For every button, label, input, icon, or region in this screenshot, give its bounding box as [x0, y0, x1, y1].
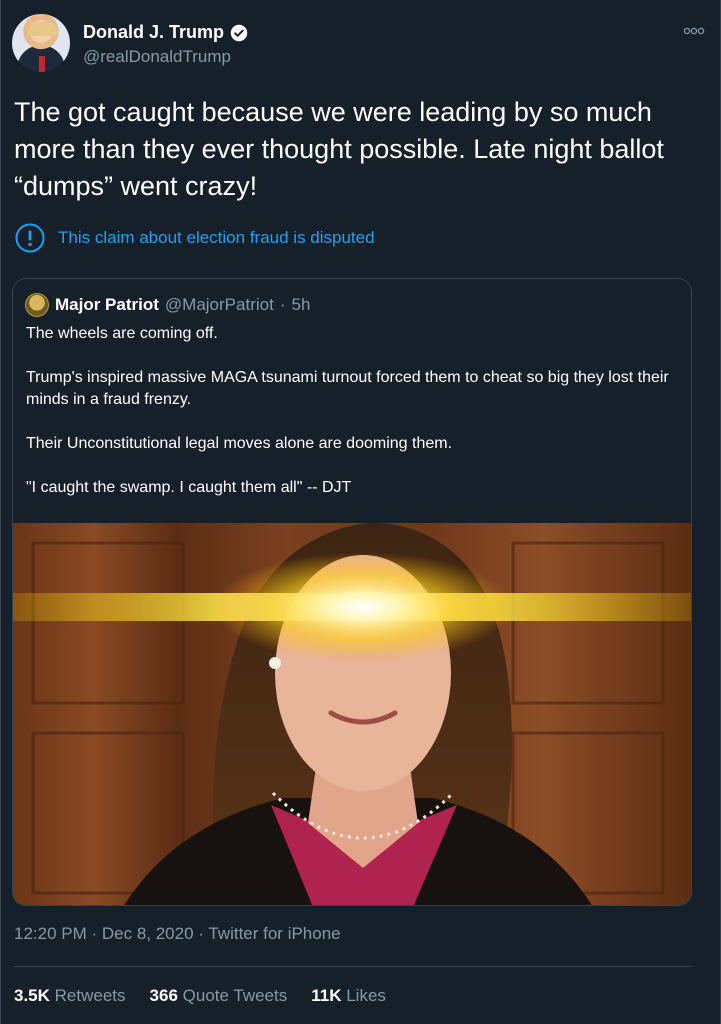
disputed-notice-text[interactable]: This claim about election fraud is dispu… [58, 228, 375, 248]
quoted-author-handle[interactable]: @MajorPatriot [165, 295, 274, 315]
tweet-meta[interactable]: 12:20 PM · Dec 8, 2020 · Twitter for iPh… [14, 924, 341, 944]
author-handle[interactable]: @realDonaldTrump [83, 47, 248, 67]
quote-tweets-label: Quote Tweets [182, 986, 288, 1005]
retweets-count: 3.5K [14, 986, 50, 1005]
image-illustration [13, 523, 691, 905]
author-name-block: Donald J. Trump @realDonaldTrump [83, 22, 248, 67]
author-display-name[interactable]: Donald J. Trump [83, 22, 224, 43]
info-exclamation-icon [15, 223, 45, 253]
quoted-author-avatar[interactable] [25, 293, 49, 317]
quoted-paragraph: Trump's inspired massive MAGA tsunami tu… [26, 369, 669, 408]
tweet-stats: 3.5K Retweets 366 Quote Tweets 11K Likes [14, 986, 386, 1006]
likes-stat[interactable]: 11K Likes [311, 986, 386, 1006]
avatar-hair [28, 22, 58, 36]
quoted-author-name[interactable]: Major Patriot [55, 295, 159, 315]
quote-tweets-stat[interactable]: 366 Quote Tweets [150, 986, 288, 1006]
quoted-paragraph: "I caught the swamp. I caught them all" … [26, 479, 352, 496]
frame-border-left [0, 0, 1, 1024]
avatar-tie [39, 56, 45, 72]
quoted-paragraph: The wheels are coming off. [26, 325, 218, 342]
more-options-icon[interactable] [683, 26, 705, 36]
verified-badge-icon [230, 24, 248, 41]
quoted-time[interactable]: 5h [291, 295, 310, 315]
meta-divider [14, 966, 693, 967]
retweets-label: Retweets [54, 986, 126, 1005]
author-name-row: Donald J. Trump [83, 22, 248, 43]
quoted-tweet-header: Major Patriot @MajorPatriot · 5h [25, 293, 310, 317]
quote-tweets-count: 366 [149, 986, 178, 1005]
likes-label: Likes [346, 986, 386, 1005]
quoted-paragraph: Their Unconstitutional legal moves alone… [26, 435, 453, 452]
disputed-notice[interactable]: This claim about election fraud is dispu… [14, 222, 375, 254]
likes-count: 11K [311, 986, 342, 1005]
quoted-tweet-image[interactable] [13, 523, 691, 905]
author-avatar[interactable] [12, 14, 70, 72]
tweet-text: The got caught because we were leading b… [14, 97, 664, 201]
quoted-tweet-card[interactable]: Major Patriot @MajorPatriot · 5h The whe… [12, 278, 692, 906]
tweet-header: Donald J. Trump @realDonaldTrump [12, 14, 709, 78]
quoted-separator: · [279, 295, 286, 314]
retweets-stat[interactable]: 3.5K Retweets [14, 986, 126, 1006]
quoted-tweet-body: The wheels are coming off. Trump's inspi… [26, 323, 686, 499]
